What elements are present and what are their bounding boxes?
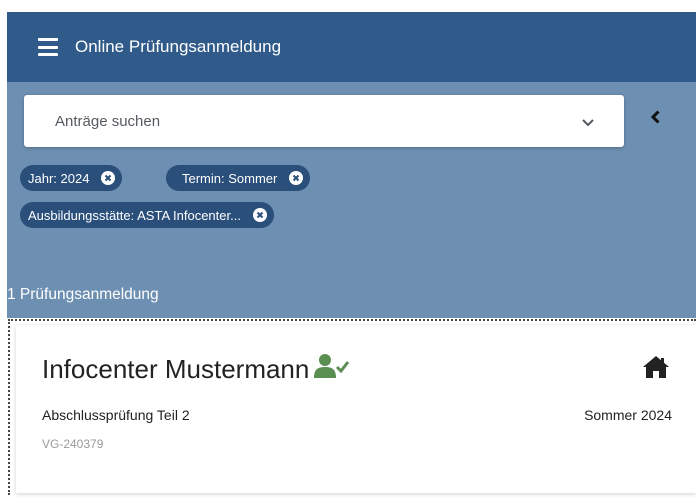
filter-chip-label: Jahr: 2024 [28, 170, 90, 186]
close-circle-icon[interactable] [101, 171, 116, 185]
filter-chip-label: Ausbildungsstätte: ASTA Infocenter... [28, 207, 241, 223]
chevron-left-icon[interactable] [650, 110, 660, 129]
card-title: Infocenter Mustermann [42, 353, 350, 386]
chevron-down-icon[interactable] [582, 114, 594, 132]
exam-type: Abschlussprüfung Teil 2 [42, 407, 190, 423]
result-count: 1 Prüfungsanmeldung [7, 286, 159, 303]
user-check-icon [314, 353, 350, 386]
hamburger-menu-icon[interactable] [38, 38, 58, 56]
search-select[interactable]: Anträge suchen [24, 95, 624, 147]
filter-panel: Anträge suchen Jahr: 2024 Termin: Sommer… [7, 82, 696, 318]
close-circle-icon[interactable] [252, 208, 267, 222]
registration-card[interactable]: Infocenter Mustermann Abschlussprüfung T… [8, 319, 696, 495]
filter-chip-training-site: Ausbildungsstätte: ASTA Infocenter... [20, 202, 274, 228]
exam-term: Sommer 2024 [584, 407, 672, 423]
registration-card-body: Infocenter Mustermann Abschlussprüfung T… [16, 325, 696, 493]
applicant-name: Infocenter Mustermann [42, 354, 310, 384]
app-header: Online Prüfungsanmeldung [7, 12, 696, 82]
filter-chip-label: Termin: Sommer [182, 170, 278, 186]
search-placeholder: Anträge suchen [55, 112, 161, 130]
filter-chip-year: Jahr: 2024 [20, 165, 123, 191]
home-icon [642, 355, 670, 384]
filter-chip-term: Termin: Sommer [166, 165, 311, 191]
close-circle-icon[interactable] [289, 171, 304, 185]
app-title: Online Prüfungsanmeldung [75, 37, 282, 56]
record-id: VG-240379 [42, 437, 104, 451]
